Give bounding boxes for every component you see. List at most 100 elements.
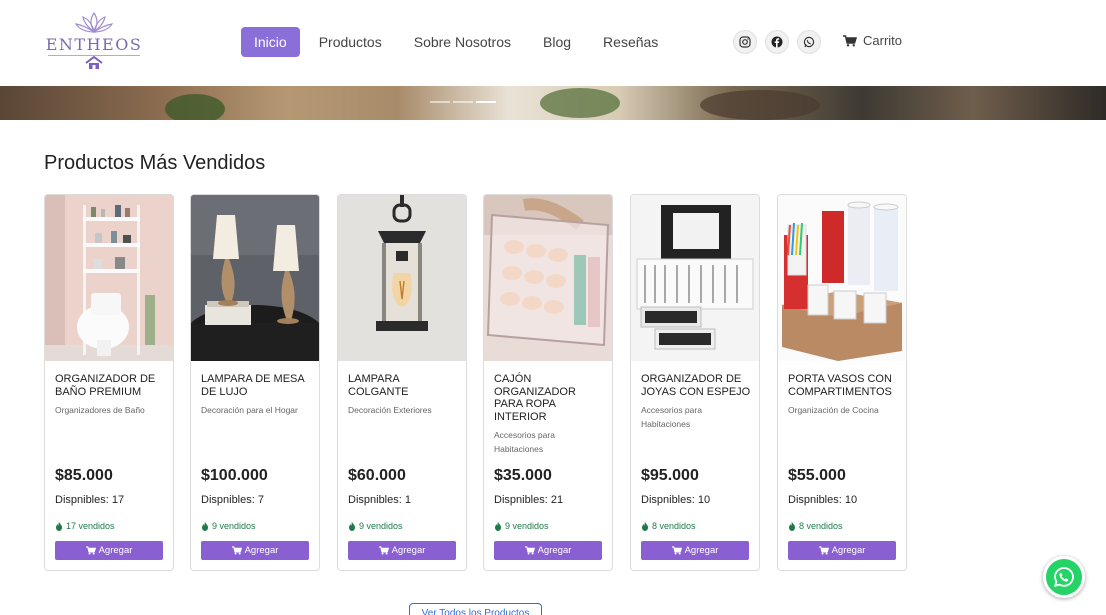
product-image[interactable] bbox=[45, 195, 173, 361]
fire-icon bbox=[349, 521, 355, 531]
cart-label: Carrito bbox=[863, 33, 903, 48]
product-sold-count: 9 vendidos bbox=[359, 521, 403, 531]
site-header: ENTHEOS Inicio Productos Sobre Nosotros … bbox=[0, 0, 1106, 86]
product-image[interactable] bbox=[191, 195, 319, 361]
product-title[interactable]: ORGANIZADOR DE BAÑO PREMIUM bbox=[55, 373, 167, 398]
product-card[interactable]: CAJÓN ORGANIZADOR PARA ROPA INTERIOR Acc… bbox=[483, 194, 613, 571]
carousel-indicator-active[interactable] bbox=[476, 101, 496, 103]
add-to-cart-button[interactable]: Agregar bbox=[641, 541, 749, 560]
product-sold-count: 9 vendidos bbox=[212, 521, 256, 531]
product-sold: 9 vendidos bbox=[494, 521, 549, 531]
add-to-cart-button[interactable]: Agregar bbox=[788, 541, 896, 560]
fire-icon bbox=[495, 521, 501, 531]
product-price: $55.000 bbox=[788, 467, 846, 484]
product-title[interactable]: ORGANIZADOR DE JOYAS CON ESPEJO bbox=[641, 373, 753, 398]
shopping-cart-icon bbox=[85, 546, 96, 555]
shopping-cart-icon bbox=[231, 546, 242, 555]
nav-item-inicio[interactable]: Inicio bbox=[241, 27, 300, 57]
product-title[interactable]: LAMPARA COLGANTE bbox=[348, 373, 460, 398]
product-card[interactable]: ORGANIZADOR DE JOYAS CON ESPEJO Accesori… bbox=[630, 194, 760, 571]
fire-icon bbox=[56, 521, 62, 531]
add-to-cart-label: Agregar bbox=[831, 545, 866, 556]
fire-icon bbox=[202, 521, 208, 531]
add-to-cart-button[interactable]: Agregar bbox=[55, 541, 163, 560]
product-image[interactable] bbox=[631, 195, 759, 361]
product-category: Organización de Cocina bbox=[788, 405, 879, 415]
product-stock: Dispnibles: 10 bbox=[788, 494, 858, 506]
main-nav: Inicio Productos Sobre Nosotros Blog Res… bbox=[241, 27, 671, 57]
carousel-indicator[interactable] bbox=[430, 101, 450, 103]
whatsapp-icon bbox=[1054, 567, 1074, 587]
add-to-cart-label: Agregar bbox=[391, 545, 426, 556]
brand-name: ENTHEOS bbox=[45, 35, 143, 54]
product-sold: 9 vendidos bbox=[348, 521, 403, 531]
add-to-cart-button[interactable]: Agregar bbox=[494, 541, 602, 560]
product-price: $35.000 bbox=[494, 467, 552, 484]
product-title[interactable]: LAMPARA DE MESA DE LUJO bbox=[201, 373, 313, 398]
brand-logo[interactable]: ENTHEOS bbox=[44, 11, 144, 73]
carousel-indicator[interactable] bbox=[453, 101, 473, 103]
product-card[interactable]: LAMPARA COLGANTE Decoración Exteriores $… bbox=[337, 194, 467, 571]
product-price: $60.000 bbox=[348, 467, 406, 484]
product-sold-count: 8 vendidos bbox=[799, 521, 843, 531]
product-sold-count: 8 vendidos bbox=[652, 521, 696, 531]
hero-image-detail bbox=[165, 94, 225, 120]
product-title[interactable]: PORTA VASOS CON COMPARTIMENTOS bbox=[788, 373, 900, 398]
add-to-cart-button[interactable]: Agregar bbox=[348, 541, 456, 560]
view-all-products-button[interactable]: Ver Todos los Productos bbox=[409, 603, 542, 615]
add-to-cart-button[interactable]: Agregar bbox=[201, 541, 309, 560]
hero-carousel bbox=[0, 86, 1106, 120]
product-sold: 9 vendidos bbox=[201, 521, 256, 531]
hero-image-detail bbox=[540, 88, 620, 118]
product-category: Decoración Exteriores bbox=[348, 405, 432, 415]
add-to-cart-label: Agregar bbox=[537, 545, 572, 556]
facebook-icon[interactable] bbox=[765, 30, 789, 54]
product-category: Accesorios para Habitaciones bbox=[641, 405, 702, 429]
lotus-icon bbox=[74, 11, 114, 33]
add-to-cart-label: Agregar bbox=[684, 545, 719, 556]
product-sold: 17 vendidos bbox=[55, 521, 115, 531]
product-image[interactable] bbox=[338, 195, 466, 361]
product-stock: Dispnibles: 10 bbox=[641, 494, 711, 506]
product-card[interactable]: LAMPARA DE MESA DE LUJO Decoración para … bbox=[190, 194, 320, 571]
fire-icon bbox=[789, 521, 795, 531]
house-icon bbox=[85, 56, 103, 69]
product-stock: Dispnibles: 17 bbox=[55, 494, 125, 506]
carousel-indicators bbox=[430, 101, 496, 103]
instagram-icon[interactable] bbox=[733, 30, 757, 54]
whatsapp-icon[interactable] bbox=[797, 30, 821, 54]
shopping-cart-icon bbox=[843, 34, 857, 46]
product-card[interactable]: ORGANIZADOR DE BAÑO PREMIUM Organizadore… bbox=[44, 194, 174, 571]
cart-link[interactable]: Carrito bbox=[843, 33, 902, 48]
product-sold-count: 17 vendidos bbox=[66, 521, 115, 531]
product-category: Organizadores de Baño bbox=[55, 405, 145, 415]
product-stock: Dispnibles: 21 bbox=[494, 494, 564, 506]
product-image[interactable] bbox=[484, 195, 612, 361]
product-title[interactable]: CAJÓN ORGANIZADOR PARA ROPA INTERIOR bbox=[494, 373, 606, 423]
product-price: $95.000 bbox=[641, 467, 699, 484]
product-price: $100.000 bbox=[201, 467, 268, 484]
product-sold-count: 9 vendidos bbox=[505, 521, 549, 531]
product-image[interactable] bbox=[778, 195, 906, 361]
product-sold: 8 vendidos bbox=[788, 521, 843, 531]
nav-item-resenas[interactable]: Reseñas bbox=[590, 27, 671, 57]
product-stock: Dispnibles: 7 bbox=[201, 494, 264, 506]
add-to-cart-label: Agregar bbox=[244, 545, 279, 556]
product-sold: 8 vendidos bbox=[641, 521, 696, 531]
product-category: Decoración para el Hogar bbox=[201, 405, 298, 415]
nav-item-sobre-nosotros[interactable]: Sobre Nosotros bbox=[401, 27, 524, 57]
whatsapp-float-button[interactable] bbox=[1043, 556, 1085, 598]
nav-item-productos[interactable]: Productos bbox=[306, 27, 395, 57]
add-to-cart-label: Agregar bbox=[98, 545, 133, 556]
product-price: $85.000 bbox=[55, 467, 113, 484]
shopping-cart-icon bbox=[671, 546, 682, 555]
product-category: Accesorios para Habitaciones bbox=[494, 430, 555, 454]
shopping-cart-icon bbox=[818, 546, 829, 555]
hero-image-detail bbox=[700, 90, 820, 120]
section-title: Productos Más Vendidos bbox=[44, 152, 266, 174]
shopping-cart-icon bbox=[378, 546, 389, 555]
product-card[interactable]: PORTA VASOS CON COMPARTIMENTOS Organizac… bbox=[777, 194, 907, 571]
product-stock: Dispnibles: 1 bbox=[348, 494, 411, 506]
nav-item-blog[interactable]: Blog bbox=[530, 27, 584, 57]
shopping-cart-icon bbox=[524, 546, 535, 555]
